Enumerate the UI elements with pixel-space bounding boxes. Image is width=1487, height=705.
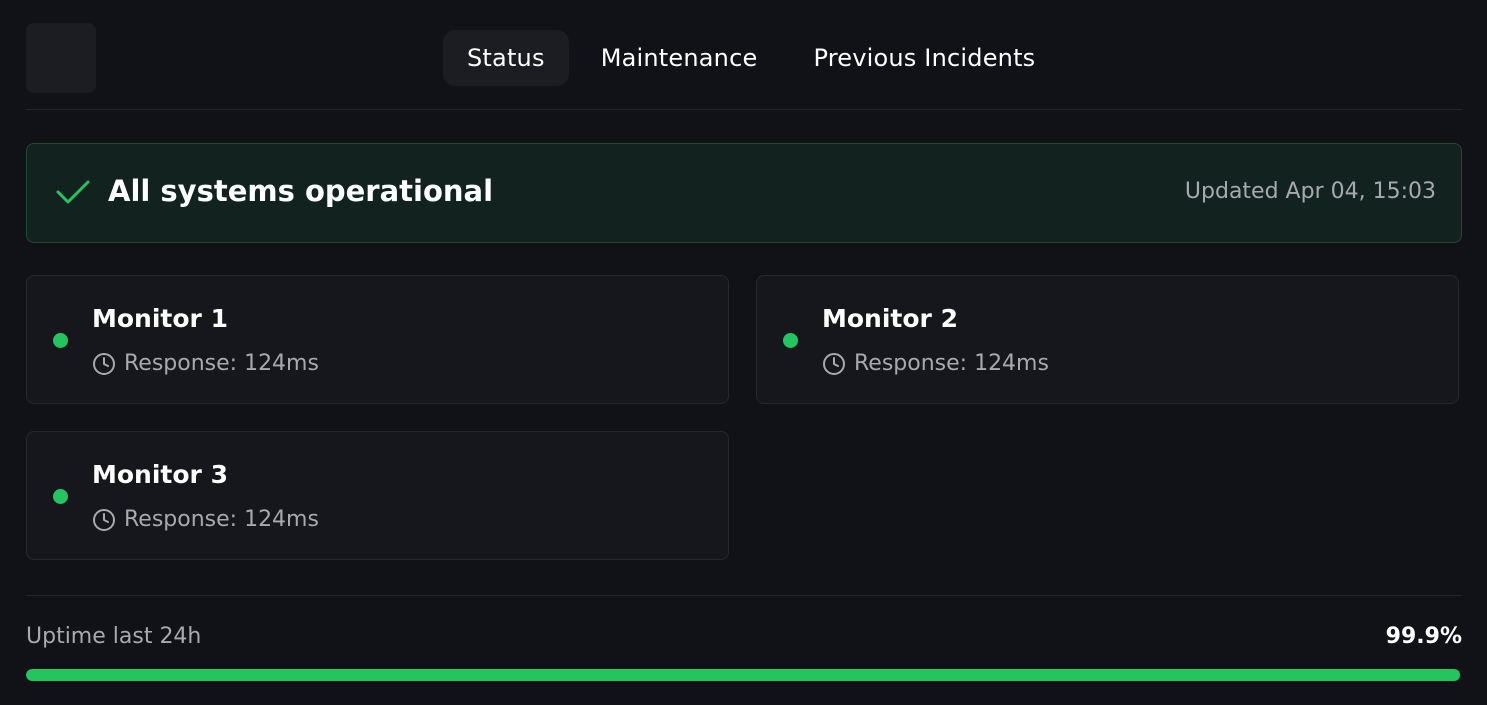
check-icon: [56, 180, 90, 204]
monitor-name: Monitor 3: [92, 460, 228, 489]
uptime-label: Uptime last 24h: [26, 624, 202, 649]
monitor-response: Response: 124ms: [92, 351, 319, 376]
monitor-response: Response: 124ms: [92, 507, 319, 532]
tab-previous-incidents[interactable]: Previous Incidents: [789, 30, 1059, 86]
monitor-name: Monitor 1: [92, 304, 228, 333]
tab-status[interactable]: Status: [443, 30, 569, 86]
clock-icon: [823, 352, 845, 375]
clock-icon: [93, 508, 115, 531]
clock-icon: [93, 352, 115, 375]
status-dot: [783, 333, 798, 348]
monitor-response: Response: 124ms: [822, 351, 1049, 376]
response-text: Response: 124ms: [854, 351, 1049, 376]
monitor-name: Monitor 2: [822, 304, 958, 333]
status-dot: [53, 333, 68, 348]
status-banner: All systems operational Updated Apr 04, …: [26, 143, 1462, 243]
response-text: Response: 124ms: [124, 507, 319, 532]
monitor-card-1[interactable]: Monitor 1 Response: 124ms: [26, 275, 729, 404]
monitor-card-3[interactable]: Monitor 3 Response: 124ms: [26, 431, 729, 560]
banner-title: All systems operational: [108, 174, 494, 208]
header: Status Maintenance Previous Incidents: [26, 0, 1462, 110]
uptime-bar-fill: [26, 669, 1460, 681]
response-text: Response: 124ms: [124, 351, 319, 376]
updated-timestamp: Updated Apr 04, 15:03: [1184, 179, 1436, 204]
nav-tabs: Status Maintenance Previous Incidents: [443, 30, 1059, 86]
uptime-value: 99.9%: [1385, 624, 1462, 649]
status-page: Status Maintenance Previous Incidents Al…: [26, 0, 1462, 705]
divider: [26, 595, 1462, 596]
uptime-bar: [26, 669, 1461, 681]
logo[interactable]: [26, 23, 96, 93]
tab-maintenance[interactable]: Maintenance: [577, 30, 782, 86]
status-dot: [53, 489, 68, 504]
monitor-card-2[interactable]: Monitor 2 Response: 124ms: [756, 275, 1459, 404]
